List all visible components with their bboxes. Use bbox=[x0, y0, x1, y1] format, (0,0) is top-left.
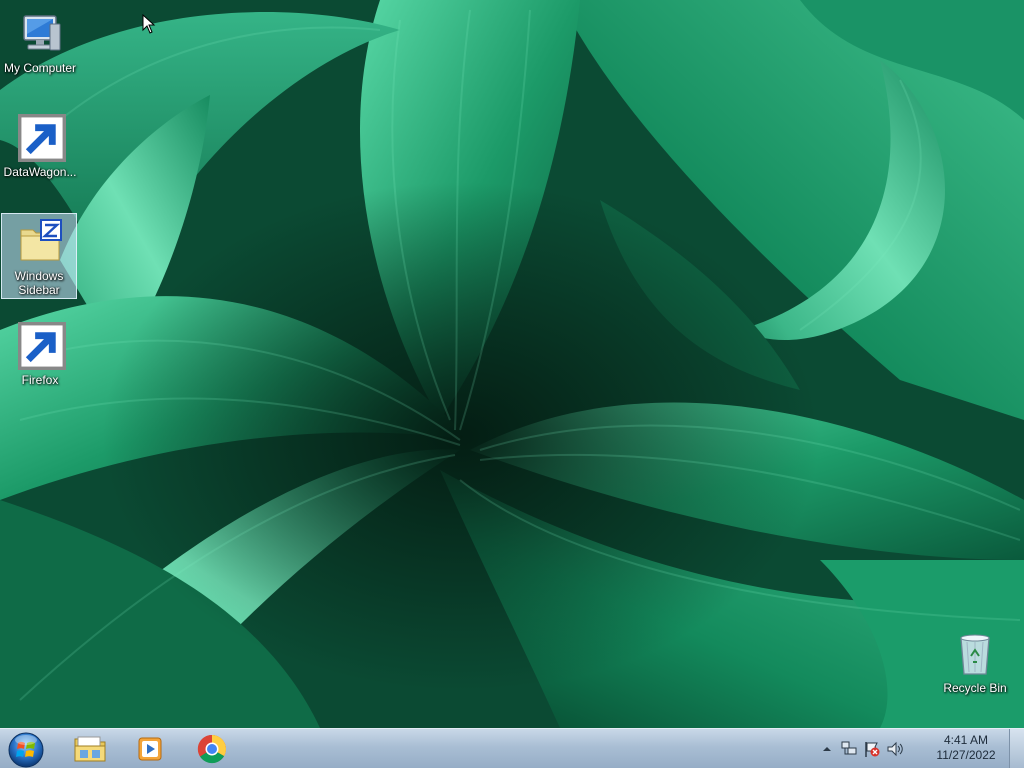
show-hidden-icons-icon[interactable] bbox=[818, 740, 836, 758]
start-button[interactable] bbox=[4, 730, 48, 768]
shortcut-arrow-icon bbox=[18, 114, 66, 162]
recycle-bin-icon bbox=[960, 634, 990, 675]
desktop-icon-label: Windows Sidebar bbox=[14, 269, 64, 297]
desktop-icon-firefox[interactable]: Firefox bbox=[2, 318, 78, 404]
system-tray: 4:41 AM 11/27/2022 bbox=[802, 729, 1002, 768]
show-desktop-button[interactable] bbox=[1009, 729, 1024, 768]
computer-icon bbox=[23, 15, 61, 51]
desktop-icon-label: DataWagon... bbox=[3, 165, 77, 179]
clock-date: 11/27/2022 bbox=[936, 748, 996, 762]
desktop-icon-datawagon[interactable]: DataWagon... bbox=[2, 110, 78, 196]
clock-time: 4:41 AM bbox=[943, 733, 989, 747]
desktop-icon-recycle-bin[interactable]: Recycle Bin bbox=[937, 626, 1013, 712]
desktop-icon-label: My Computer bbox=[3, 61, 77, 75]
taskbar-pin-explorer[interactable] bbox=[62, 731, 118, 767]
desktop-icon-windows-sidebar[interactable]: Windows Sidebar bbox=[1, 213, 77, 299]
desktop-icon-my-computer[interactable]: My Computer bbox=[2, 6, 78, 92]
desktop[interactable]: My Computer DataWagon... Windows Sidebar… bbox=[0, 0, 1024, 728]
taskbar-pin-chrome[interactable] bbox=[184, 731, 240, 767]
desktop-icon-label: Firefox bbox=[21, 373, 59, 387]
mouse-cursor-icon bbox=[142, 14, 156, 34]
chrome-icon bbox=[197, 734, 226, 764]
windows-orb-icon bbox=[8, 732, 44, 768]
taskbar-pin-media-player[interactable] bbox=[122, 731, 178, 767]
network-icon[interactable] bbox=[840, 740, 858, 758]
action-center-flag-icon[interactable] bbox=[863, 740, 881, 758]
wallpaper-leaves bbox=[0, 0, 1024, 728]
shortcut-arrow-icon bbox=[18, 322, 66, 370]
desktop-icon-label: Recycle Bin bbox=[943, 681, 1007, 695]
clock[interactable]: 4:41 AM 11/27/2022 bbox=[930, 733, 1002, 763]
folder-zip-icon bbox=[20, 219, 62, 261]
folder-icon bbox=[74, 736, 106, 762]
taskbar: 4:41 AM 11/27/2022 bbox=[0, 728, 1024, 768]
media-player-icon bbox=[138, 737, 162, 761]
volume-icon[interactable] bbox=[886, 740, 904, 758]
